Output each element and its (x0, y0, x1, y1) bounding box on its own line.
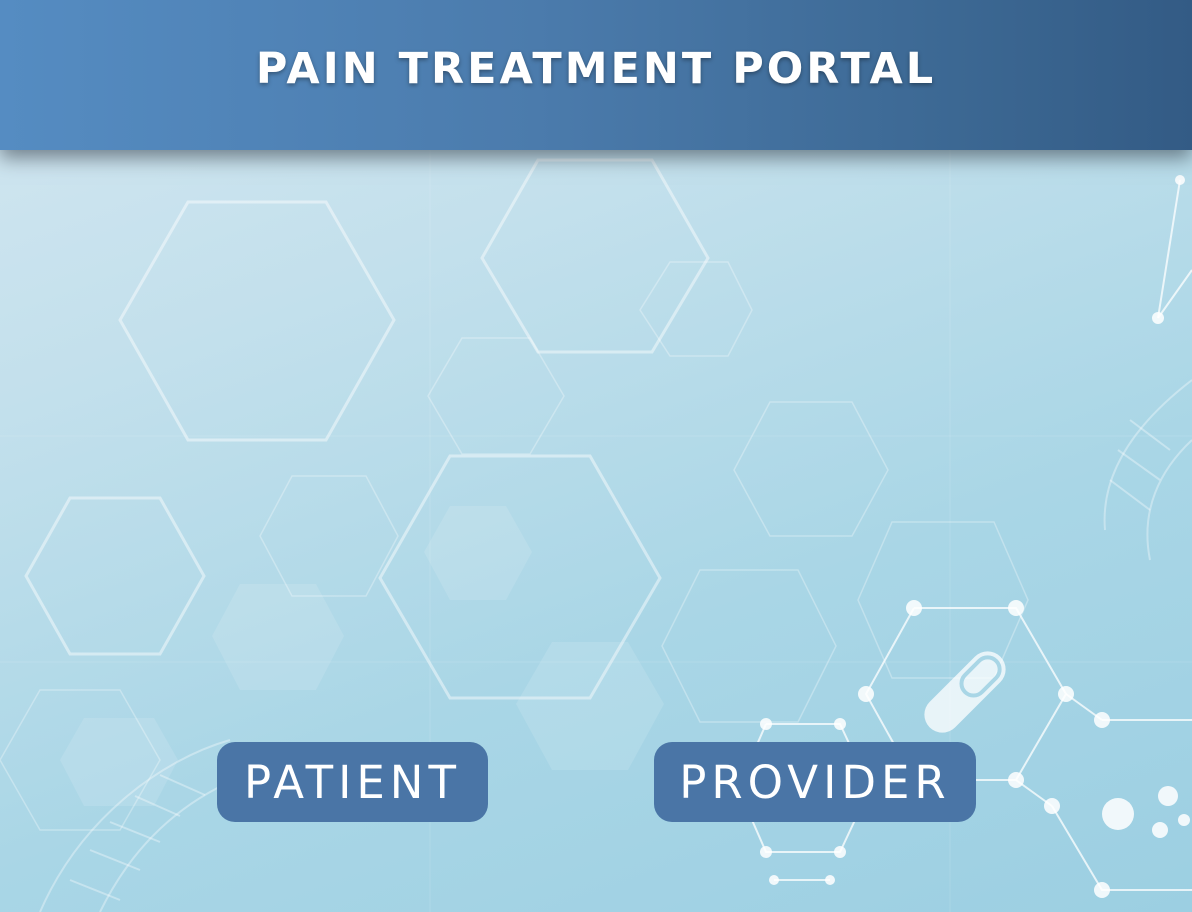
portal-page: PAIN TREATMENT PORTAL PATIENT PROVIDER (0, 0, 1192, 912)
page-title: PAIN TREATMENT PORTAL (255, 44, 937, 94)
provider-button[interactable]: PROVIDER (654, 742, 976, 822)
capsule-icon (924, 651, 1006, 733)
patient-button-label: PATIENT (244, 755, 461, 809)
provider-button-label: PROVIDER (679, 755, 951, 809)
patient-button[interactable]: PATIENT (217, 742, 488, 822)
header-bar: PAIN TREATMENT PORTAL (0, 0, 1192, 150)
